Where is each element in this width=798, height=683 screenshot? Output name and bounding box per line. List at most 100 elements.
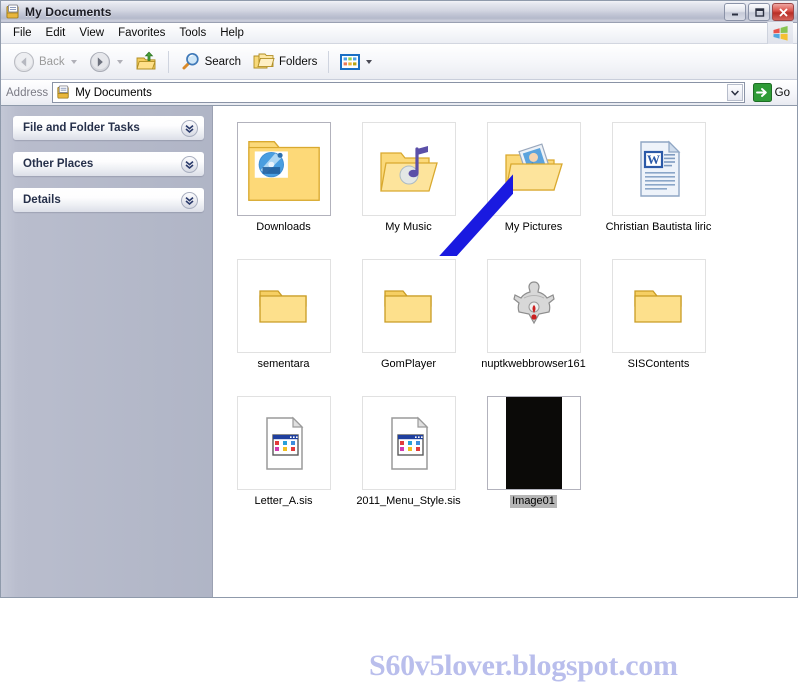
chevron-double-down-icon[interactable] [181, 155, 198, 173]
application-icon [512, 281, 555, 325]
forward-button[interactable] [83, 47, 129, 77]
search-button-label: Search [204, 55, 242, 68]
panel-title: Details [23, 194, 61, 206]
file-thumbnail [361, 122, 456, 216]
toolbar: Back Search Folders [1, 44, 797, 80]
folders-button[interactable]: Folders [247, 47, 323, 77]
file-label: Christian Bautista liric [605, 221, 712, 233]
back-button[interactable]: Back [7, 47, 83, 77]
views-dropdown-caret[interactable] [366, 59, 373, 64]
file-thumbnail [611, 259, 706, 353]
file-item-2011-menu-style-sis[interactable]: 2011_Menu_Style.sis [346, 392, 471, 529]
minimize-button[interactable] [724, 3, 746, 21]
sis-file-icon [390, 416, 428, 470]
file-label: 2011_Menu_Style.sis [356, 495, 461, 507]
file-item-christian-bautista-liric[interactable]: W Christian Bautista liric [596, 118, 721, 255]
image-preview [505, 397, 562, 489]
close-button[interactable] [772, 3, 794, 21]
file-thumbnail [236, 396, 331, 490]
back-arrow-icon [14, 51, 34, 72]
panel-header-details[interactable]: Details [13, 188, 204, 212]
sis-file-icon [265, 416, 303, 470]
file-label: Letter_A.sis [254, 495, 313, 507]
my-documents-icon [5, 4, 21, 20]
folder-icon [383, 290, 432, 323]
file-label: Downloads [256, 221, 311, 233]
explorer-window: My Documents File Edit View Favorites To… [0, 0, 798, 682]
menu-item-help[interactable]: Help [213, 25, 251, 41]
menu-item-edit[interactable]: Edit [39, 25, 73, 41]
file-thumbnail [236, 122, 331, 216]
file-item-sementara[interactable]: sementara [221, 255, 346, 392]
file-label: sementara [257, 358, 310, 370]
forward-arrow-icon [89, 51, 110, 72]
chevron-double-down-icon[interactable] [181, 119, 198, 137]
up-button[interactable] [129, 47, 163, 77]
maximize-button[interactable] [748, 3, 770, 21]
svg-text:W: W [647, 152, 660, 167]
file-thumbnail [361, 259, 456, 353]
file-grid: Downloads My Music My Pictures W Christi… [221, 118, 797, 529]
folders-icon [253, 53, 275, 68]
file-item-gomplayer[interactable]: GomPlayer [346, 255, 471, 392]
forward-dropdown-caret[interactable] [116, 59, 123, 64]
panel-header-file-and-folder-tasks[interactable]: File and Folder Tasks [13, 116, 204, 140]
file-label: Image01 [510, 495, 557, 508]
folder-icon [633, 290, 682, 323]
file-item-letter-a-sis[interactable]: Letter_A.sis [221, 392, 346, 529]
address-value: My Documents [75, 86, 152, 99]
panel-details: Details [13, 188, 204, 212]
go-arrow-icon [752, 83, 772, 102]
panel-header-other-places[interactable]: Other Places [13, 152, 204, 176]
chevron-double-down-icon[interactable] [181, 191, 198, 209]
folder-open-downloads-icon [247, 141, 320, 201]
file-thumbnail: W [611, 122, 706, 216]
file-item-siscontents[interactable]: SISContents [596, 255, 721, 392]
file-item-my-music[interactable]: My Music [346, 118, 471, 255]
back-button-label: Back [39, 55, 65, 68]
file-label: GomPlayer [380, 358, 437, 370]
file-item-nuptkwebbrowser161[interactable]: nuptkwebbrowser161 [471, 255, 596, 392]
file-thumbnail [486, 122, 581, 216]
title-bar: My Documents [1, 1, 797, 23]
address-input[interactable]: My Documents [52, 82, 745, 103]
window-body: File and Folder Tasks Other Places Detai… [1, 106, 797, 682]
views-icon [340, 53, 361, 70]
file-item-image01[interactable]: Image01 [471, 392, 596, 529]
file-thumbnail [486, 396, 581, 490]
folder-music-icon [379, 146, 438, 192]
menu-item-favorites[interactable]: Favorites [111, 25, 172, 41]
go-button[interactable]: Go [749, 83, 794, 102]
file-label: nuptkwebbrowser161 [481, 358, 586, 370]
window-controls [724, 3, 794, 21]
file-list-pane[interactable]: Downloads My Music My Pictures W Christi… [213, 106, 797, 597]
menu-bar: File Edit View Favorites Tools Help [1, 22, 797, 44]
folder-pictures-icon [504, 143, 563, 191]
address-label: Address [6, 86, 49, 99]
menu-item-file[interactable]: File [6, 25, 39, 41]
window-title: My Documents [25, 4, 112, 19]
menu-item-tools[interactable]: Tools [172, 25, 213, 41]
address-bar: Address My Documents Go [1, 80, 797, 106]
toolbar-separator [167, 50, 169, 73]
file-item-downloads[interactable]: Downloads [221, 118, 346, 255]
address-dropdown-button[interactable] [726, 84, 743, 101]
panel-title: Other Places [23, 158, 94, 170]
up-folder-icon [135, 51, 156, 69]
menu-item-view[interactable]: View [72, 25, 111, 41]
go-button-label: Go [774, 86, 790, 99]
back-dropdown-caret[interactable] [70, 59, 77, 64]
chevron-down-icon [730, 89, 739, 96]
search-button[interactable]: Search [174, 47, 247, 77]
word-document-icon: W [639, 140, 680, 197]
watermark: S60v5lover.blogspot.com [369, 649, 678, 682]
search-icon [182, 52, 199, 70]
my-documents-icon [56, 85, 71, 100]
panel-title: File and Folder Tasks [23, 122, 140, 134]
file-label: My Pictures [504, 221, 563, 233]
views-button[interactable] [334, 47, 378, 77]
file-label: SISContents [627, 358, 690, 370]
file-thumbnail [361, 396, 456, 490]
file-item-my-pictures[interactable]: My Pictures [471, 118, 596, 255]
folder-icon [258, 290, 307, 323]
